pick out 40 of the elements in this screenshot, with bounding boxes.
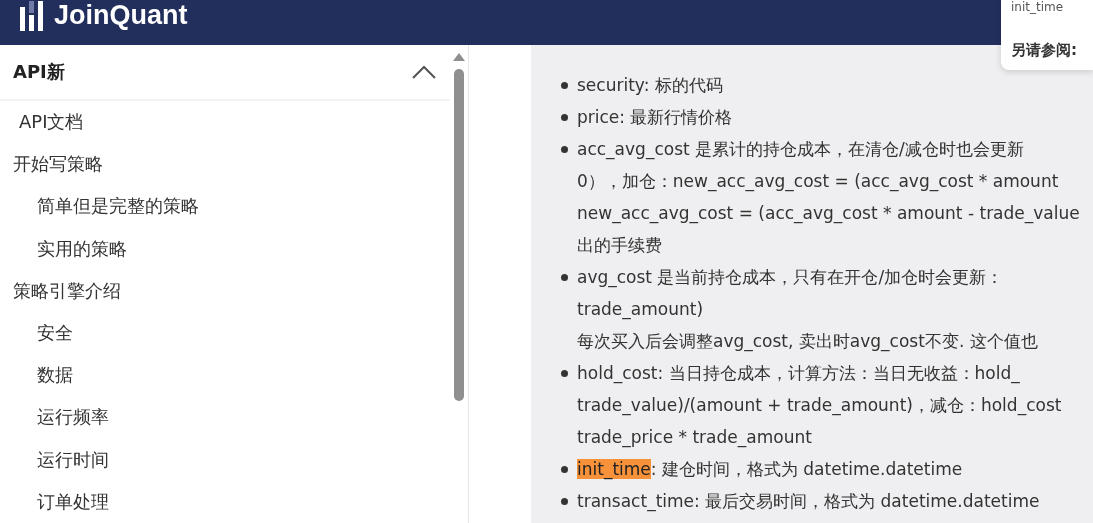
item-text: 0），加仓：new_acc_avg_cost = (acc_avg_cost * amount — [577, 170, 1059, 194]
nav-item[interactable]: API文档 — [13, 109, 84, 134]
nav-item[interactable]: 策略引擎介绍 — [13, 278, 121, 303]
item-text: trade_price * trade_amount — [577, 426, 812, 450]
logo-icon — [18, 0, 46, 31]
bullet-icon — [561, 498, 568, 505]
item-text: acc_avg_cost 是累计的持仓成本，在清仓/减仓时也会更新 — [577, 138, 1024, 162]
see-also-label: 另请参阅: — [1011, 41, 1078, 60]
item-text: price: 最新行情价格 — [577, 106, 733, 129]
item-text: hold_cost: 当日持仓成本，计算方法：当日无收益：hold_ — [577, 362, 1020, 386]
nav-item[interactable]: 数据 — [37, 363, 73, 388]
bullet-icon — [561, 82, 568, 89]
item-text: 出的手续费 — [577, 234, 662, 257]
nav-item[interactable]: 安全 — [37, 320, 73, 345]
nav-item[interactable]: 运行频率 — [37, 405, 109, 430]
nav-item[interactable]: 实用的策略 — [37, 236, 127, 261]
bullet-icon — [561, 146, 568, 153]
item-text: security: 标的代码 — [577, 74, 723, 97]
item-text: 每次买入后会调整avg_cost, 卖出时avg_cost不变. 这个值也 — [577, 330, 1038, 354]
bullet-icon — [561, 274, 568, 281]
nav-item[interactable]: 开始写策略 — [13, 152, 103, 177]
popup-title: init_time — [1011, 0, 1065, 14]
bullet-icon — [561, 466, 568, 473]
sidebar-title: API新 — [13, 59, 65, 84]
highlighted-term: init_time — [577, 459, 651, 479]
nav-item[interactable]: 订单处理 — [37, 489, 109, 514]
bullet-icon — [561, 370, 568, 377]
item-text: avg_cost 是当前持仓成本，只有在开仓/加仓时会更新： — [577, 266, 1004, 290]
chevron-up-icon[interactable] — [412, 64, 436, 79]
scroll-up-icon[interactable] — [453, 53, 465, 61]
bullet-icon — [561, 114, 568, 121]
item-text: transact_time: 最后交易时间，格式为 datetime.datetime — [577, 490, 1040, 514]
item-text: : 建仓时间，格式为 datetime.datetime — [650, 459, 963, 479]
logo-text: JoinQuant — [54, 0, 188, 31]
item-text: trade_value)/(amount + trade_amount)，减仓：hold_cost — [577, 394, 1062, 418]
item-text: new_acc_avg_cost = (acc_avg_cost * amount - trade_value — [577, 202, 1080, 226]
item-text: trade_amount) — [577, 298, 704, 322]
scrollbar-thumb[interactable] — [454, 69, 464, 401]
nav-item[interactable]: 运行时间 — [37, 447, 109, 472]
nav-item[interactable]: 简单但是完整的策略 — [37, 194, 199, 219]
